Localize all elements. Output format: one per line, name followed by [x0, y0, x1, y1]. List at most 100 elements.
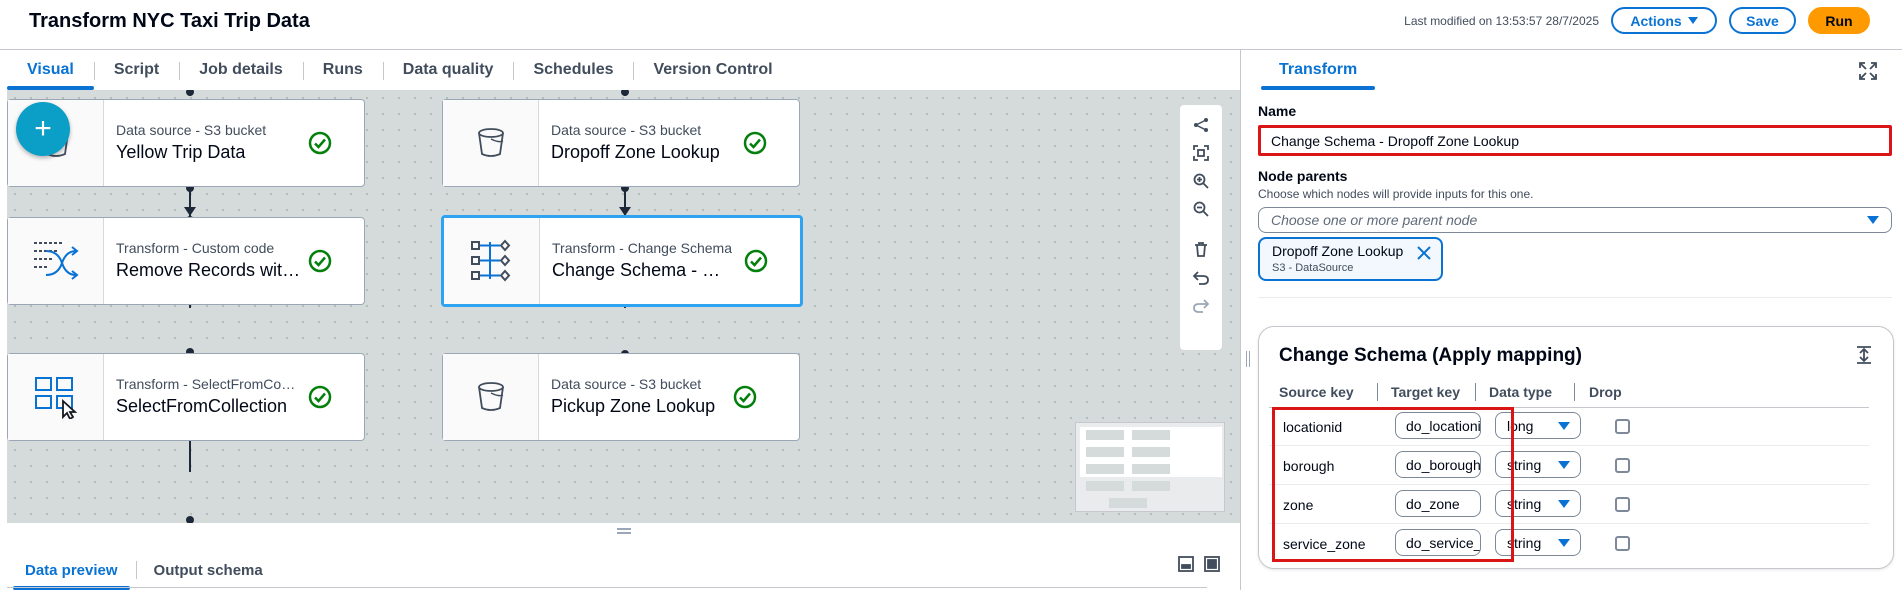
column-header-source-key: Source key — [1279, 384, 1354, 400]
node-body: Data source - S3 bucket Yellow Trip Data — [104, 100, 364, 186]
drop-checkbox[interactable] — [1615, 458, 1630, 473]
node-remove-records[interactable]: Transform - Custom code Remove Records w… — [7, 217, 365, 305]
tab-data-quality[interactable]: Data quality — [382, 52, 514, 88]
node-body: Transform - Change Schema Change Schema … — [540, 218, 800, 304]
column-header-data-type: Data type — [1489, 384, 1553, 400]
caret-down-icon — [1867, 216, 1879, 224]
change-schema-icon — [444, 218, 540, 304]
tab-schedules[interactable]: Schedules — [513, 52, 633, 88]
minimap-node — [1132, 481, 1170, 491]
edge-arrow-icon — [184, 207, 196, 216]
data-type-select[interactable]: string — [1495, 490, 1581, 517]
zoom-out-icon[interactable] — [1186, 195, 1216, 223]
tab-output-schema[interactable]: Output schema — [135, 554, 281, 586]
pane-splitter[interactable] — [1240, 50, 1241, 590]
target-key-input[interactable]: do_zone — [1395, 490, 1481, 517]
minimize-panel-icon[interactable] — [1178, 556, 1194, 572]
actions-button-label: Actions — [1630, 12, 1682, 29]
caret-down-icon — [1558, 539, 1570, 547]
node-change-schema[interactable]: Transform - Change Schema Change Schema … — [441, 215, 803, 307]
node-parents-label: Node parents — [1258, 168, 1348, 184]
node-type-label: Data source - S3 bucket — [116, 122, 267, 138]
node-body: Data source - S3 bucket Pickup Zone Look… — [539, 354, 799, 440]
node-body: Data source - S3 bucket Dropoff Zone Loo… — [539, 100, 799, 186]
data-type-select[interactable]: string — [1495, 529, 1581, 556]
success-check-icon — [743, 131, 767, 155]
node-parents-description: Choose which nodes will provide inputs f… — [1258, 187, 1534, 201]
layout-icon[interactable] — [1186, 111, 1216, 139]
zoom-in-icon[interactable] — [1186, 167, 1216, 195]
node-body: Transform - SelectFromCollection SelectF… — [104, 354, 364, 440]
success-check-icon — [744, 249, 768, 273]
node-type-label: Transform - SelectFromCollection — [116, 376, 296, 392]
target-key-input[interactable]: do_locationid — [1395, 412, 1481, 439]
source-key-cell: zone — [1283, 497, 1314, 513]
data-type-select[interactable]: long — [1495, 412, 1581, 439]
fit-view-icon[interactable] — [1186, 139, 1216, 167]
target-key-input[interactable]: do_borough — [1395, 451, 1481, 478]
node-name-input[interactable]: Change Schema - Dropoff Zone Lookup — [1258, 125, 1892, 156]
actions-button[interactable]: Actions — [1611, 7, 1717, 34]
minimap-node — [1109, 498, 1147, 508]
node-dropoff-zone-lookup[interactable]: Data source - S3 bucket Dropoff Zone Loo… — [442, 99, 800, 187]
success-check-icon — [308, 249, 332, 273]
visual-canvas[interactable]: Data source - S3 bucket Yellow Trip Data… — [7, 90, 1240, 523]
minimap-node — [1086, 464, 1124, 474]
s3-bucket-icon — [443, 354, 539, 440]
panel-resize-handle[interactable] — [617, 528, 631, 534]
save-button[interactable]: Save — [1729, 7, 1796, 34]
minimap-viewport — [1080, 427, 1222, 477]
column-separator — [1574, 383, 1575, 401]
source-key-cell: locationid — [1283, 419, 1343, 435]
bottom-panel-tools — [1178, 556, 1220, 572]
node-parents-select[interactable]: Choose one or more parent node — [1258, 207, 1892, 233]
drop-checkbox[interactable] — [1615, 497, 1630, 512]
bottom-panel-tabs: Data preview Output schema — [7, 552, 1207, 590]
tab-script[interactable]: Script — [93, 52, 179, 88]
node-pickup-zone-lookup[interactable]: Data source - S3 bucket Pickup Zone Look… — [442, 353, 800, 441]
minimap-node — [1086, 481, 1124, 491]
tab-version-control[interactable]: Version Control — [633, 52, 792, 88]
redo-icon[interactable] — [1186, 291, 1216, 319]
caret-down-icon — [1687, 17, 1698, 24]
node-select-from-collection[interactable]: Transform - SelectFromCollection SelectF… — [7, 353, 365, 441]
column-header-drop: Drop — [1589, 384, 1622, 400]
tab-job-details[interactable]: Job details — [179, 52, 303, 88]
maximize-panel-icon[interactable] — [1204, 556, 1220, 572]
parent-token: Dropoff Zone Lookup S3 - DataSource — [1258, 237, 1443, 281]
tab-runs[interactable]: Runs — [302, 52, 383, 88]
close-icon[interactable] — [1417, 246, 1431, 260]
caret-down-icon — [1558, 500, 1570, 508]
edge-port — [621, 90, 629, 96]
tab-visual[interactable]: Visual — [7, 52, 94, 90]
add-node-button[interactable]: + — [16, 102, 70, 156]
splitter-grip-icon[interactable] — [1246, 351, 1250, 367]
expand-icon[interactable] — [1859, 62, 1877, 80]
target-key-input[interactable]: do_service_zone — [1395, 529, 1481, 556]
node-body: Transform - Custom code Remove Records w… — [104, 218, 364, 304]
drop-checkbox[interactable] — [1615, 536, 1630, 551]
success-check-icon — [308, 385, 332, 409]
caret-down-icon — [1558, 422, 1570, 430]
node-name-label: Yellow Trip Data — [116, 142, 246, 162]
node-name-label: Dropoff Zone Lookup — [551, 142, 720, 162]
delete-icon[interactable] — [1186, 235, 1216, 263]
collapse-icon[interactable] — [1856, 346, 1872, 364]
data-type-value: string — [1507, 534, 1542, 551]
tab-transform[interactable]: Transform — [1261, 52, 1376, 90]
minimap-node — [1086, 430, 1124, 440]
last-modified-text: Last modified on 13:53:57 28/7/2025 — [1404, 14, 1599, 28]
edge-port — [186, 90, 194, 96]
parent-token-title: Dropoff Zone Lookup — [1272, 243, 1404, 259]
table-row: zone do_zone string — [1269, 486, 1869, 524]
run-button[interactable]: Run — [1808, 7, 1870, 34]
tab-data-preview[interactable]: Data preview — [7, 554, 136, 590]
node-name-label: Remove Records with NULL — [116, 260, 306, 280]
data-type-value: string — [1507, 456, 1542, 473]
data-type-select[interactable]: string — [1495, 451, 1581, 478]
drop-checkbox[interactable] — [1615, 419, 1630, 434]
undo-icon[interactable] — [1186, 263, 1216, 291]
success-check-icon — [308, 131, 332, 155]
node-type-label: Data source - S3 bucket — [551, 376, 702, 392]
canvas-minimap[interactable] — [1075, 422, 1225, 512]
